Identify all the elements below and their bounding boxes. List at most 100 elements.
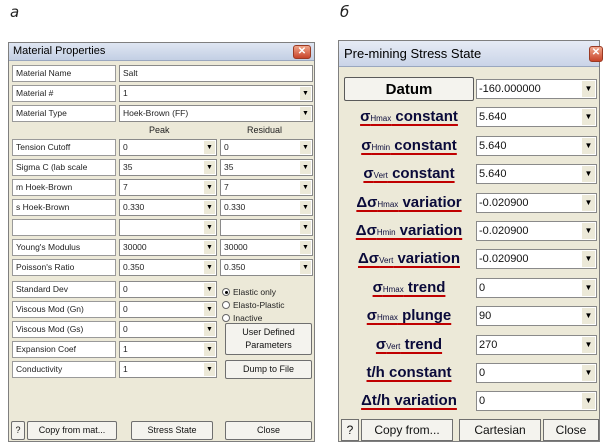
stress-value-select[interactable]: -0.020900 ▼ — [476, 221, 597, 241]
stress-value-select[interactable]: 0 ▼ — [476, 277, 597, 298]
chevron-down-icon[interactable]: ▼ — [300, 261, 311, 274]
radio-button[interactable] — [222, 314, 230, 322]
chevron-down-icon[interactable]: ▼ — [582, 109, 595, 126]
chevron-down-icon[interactable]: ▼ — [582, 336, 595, 353]
chevron-down-icon[interactable]: ▼ — [582, 279, 595, 296]
stress-value-select[interactable]: 90 ▼ — [476, 306, 597, 327]
residual-select[interactable]: 7 ▼ — [220, 179, 313, 196]
chevron-down-icon[interactable]: ▼ — [204, 363, 215, 376]
pre-mining-stress-state-window: Pre-mining Stress State ✕ Datum -160.0000… — [338, 40, 603, 442]
chevron-down-icon[interactable]: ▼ — [582, 194, 595, 211]
peak-select[interactable]: 0 ▼ — [119, 139, 217, 156]
stress-value-select[interactable]: -0.020900 ▼ — [476, 249, 597, 270]
residual-select[interactable]: 0.330 ▼ — [220, 199, 313, 216]
chevron-down-icon[interactable]: ▼ — [582, 308, 595, 325]
chevron-down-icon[interactable]: ▼ — [204, 261, 215, 274]
material-type-select[interactable]: Hoek-Brown (FF) ▼ — [119, 105, 313, 122]
peak-select[interactable]: 0.350 ▼ — [119, 259, 217, 276]
value-select[interactable]: 0 ▼ — [119, 301, 217, 318]
label-subscript: Vert — [373, 171, 388, 181]
chevron-down-icon[interactable]: ▼ — [582, 365, 595, 381]
user-defined-parameters-button[interactable]: User Defined Parameters — [225, 323, 312, 355]
residual-select[interactable]: 30000 ▼ — [220, 239, 313, 256]
stress-value-select[interactable]: 5.640 ▼ — [476, 135, 597, 156]
stress-value-select[interactable]: -160.000000 ▼ — [476, 79, 597, 99]
chevron-down-icon[interactable]: ▼ — [204, 343, 215, 356]
title-bar: Pre-mining Stress State ✕ — [339, 41, 603, 67]
chevron-down-icon[interactable]: ▼ — [204, 161, 215, 174]
chevron-down-icon[interactable]: ▼ — [204, 323, 215, 336]
peak-select[interactable]: 7 ▼ — [119, 179, 217, 196]
radio-button-selected[interactable] — [222, 288, 230, 296]
value-select[interactable]: 1 ▼ — [119, 361, 217, 378]
peak-select[interactable]: 0.330 ▼ — [119, 199, 217, 216]
close-button[interactable]: Close — [543, 419, 599, 441]
chevron-down-icon[interactable]: ▼ — [300, 107, 311, 120]
help-button[interactable]: ? — [11, 421, 25, 440]
chevron-down-icon[interactable]: ▼ — [204, 181, 215, 194]
radio-inactive[interactable]: Inactive — [222, 313, 262, 323]
material-number-select[interactable]: 1 ▼ — [119, 85, 313, 102]
bottom-toolbar: ? Copy from mat... Stress State Close — [11, 421, 313, 440]
chevron-down-icon[interactable]: ▼ — [582, 166, 595, 183]
datum-button[interactable]: Datum — [344, 77, 474, 101]
chevron-down-icon[interactable]: ▼ — [582, 223, 595, 239]
label-prefix: Δσ — [358, 250, 380, 268]
chevron-down-icon[interactable]: ▼ — [204, 303, 215, 316]
peak-select[interactable]: 30000 ▼ — [119, 239, 217, 256]
property-label: Young's Modulus — [12, 239, 116, 256]
label-suffix: variation — [395, 222, 463, 239]
value-select[interactable]: 0 ▼ — [119, 281, 217, 298]
chevron-down-icon[interactable]: ▼ — [300, 221, 311, 234]
stress-value-select[interactable]: -0.020900 ▼ — [476, 192, 597, 213]
peak-select[interactable]: ▼ — [119, 219, 217, 236]
stress-value-select[interactable]: 270 ▼ — [476, 334, 597, 355]
copy-from-button[interactable]: Copy from... — [361, 419, 453, 441]
cartesian-button[interactable]: Cartesian — [459, 419, 541, 441]
chevron-down-icon[interactable]: ▼ — [582, 81, 595, 97]
peak-select[interactable]: 35 ▼ — [119, 159, 217, 176]
chevron-down-icon[interactable]: ▼ — [204, 283, 215, 296]
paired-row: Tension Cutoff 0 ▼ 0 ▼ — [12, 139, 313, 157]
chevron-down-icon[interactable]: ▼ — [582, 251, 595, 268]
property-label: Standard Dev — [12, 281, 116, 298]
chevron-down-icon[interactable]: ▼ — [300, 181, 311, 194]
stress-value-select[interactable]: 0 ▼ — [476, 391, 597, 412]
copy-from-material-button[interactable]: Copy from mat... — [27, 421, 117, 440]
residual-select[interactable]: 0 ▼ — [220, 139, 313, 156]
user-defined-line2: Parameters — [245, 340, 292, 350]
stress-value-select[interactable]: 0 ▼ — [476, 363, 597, 383]
close-icon[interactable]: ✕ — [293, 45, 311, 59]
residual-select[interactable]: 0.350 ▼ — [220, 259, 313, 276]
chevron-down-icon[interactable]: ▼ — [204, 201, 215, 214]
value-select[interactable]: 1 ▼ — [119, 341, 217, 358]
chevron-down-icon[interactable]: ▼ — [300, 141, 311, 154]
radio-button[interactable] — [222, 301, 230, 309]
paired-row: s Hoek-Brown 0.330 ▼ 0.330 ▼ — [12, 199, 313, 217]
chevron-down-icon[interactable]: ▼ — [300, 161, 311, 174]
help-button[interactable]: ? — [341, 419, 359, 441]
value-select[interactable]: 0 ▼ — [119, 321, 217, 338]
close-icon[interactable]: ✕ — [589, 46, 603, 62]
chevron-down-icon[interactable]: ▼ — [582, 137, 595, 154]
residual-select[interactable]: 35 ▼ — [220, 159, 313, 176]
radio-elasto-plastic[interactable]: Elasto-Plastic — [222, 300, 285, 310]
residual-value: 30000 — [224, 242, 248, 252]
stress-value-select[interactable]: 5.640 ▼ — [476, 164, 597, 185]
chevron-down-icon[interactable]: ▼ — [204, 241, 215, 254]
chevron-down-icon[interactable]: ▼ — [300, 241, 311, 254]
chevron-down-icon[interactable]: ▼ — [582, 393, 595, 410]
stress-row: Δt/h variation 0 ▼ — [344, 389, 597, 413]
radio-elastic-only[interactable]: Elastic only — [222, 287, 276, 297]
material-name-input[interactable]: Salt — [119, 65, 313, 82]
close-button[interactable]: Close — [225, 421, 312, 440]
stress-value-select[interactable]: 5.640 ▼ — [476, 107, 597, 128]
material-number-row: Material # 1 ▼ — [12, 85, 313, 103]
chevron-down-icon[interactable]: ▼ — [300, 201, 311, 214]
chevron-down-icon[interactable]: ▼ — [204, 221, 215, 234]
chevron-down-icon[interactable]: ▼ — [300, 87, 311, 100]
chevron-down-icon[interactable]: ▼ — [204, 141, 215, 154]
dump-to-file-button[interactable]: Dump to File — [225, 360, 312, 379]
stress-state-button[interactable]: Stress State — [131, 421, 213, 440]
residual-select[interactable]: ▼ — [220, 219, 313, 236]
